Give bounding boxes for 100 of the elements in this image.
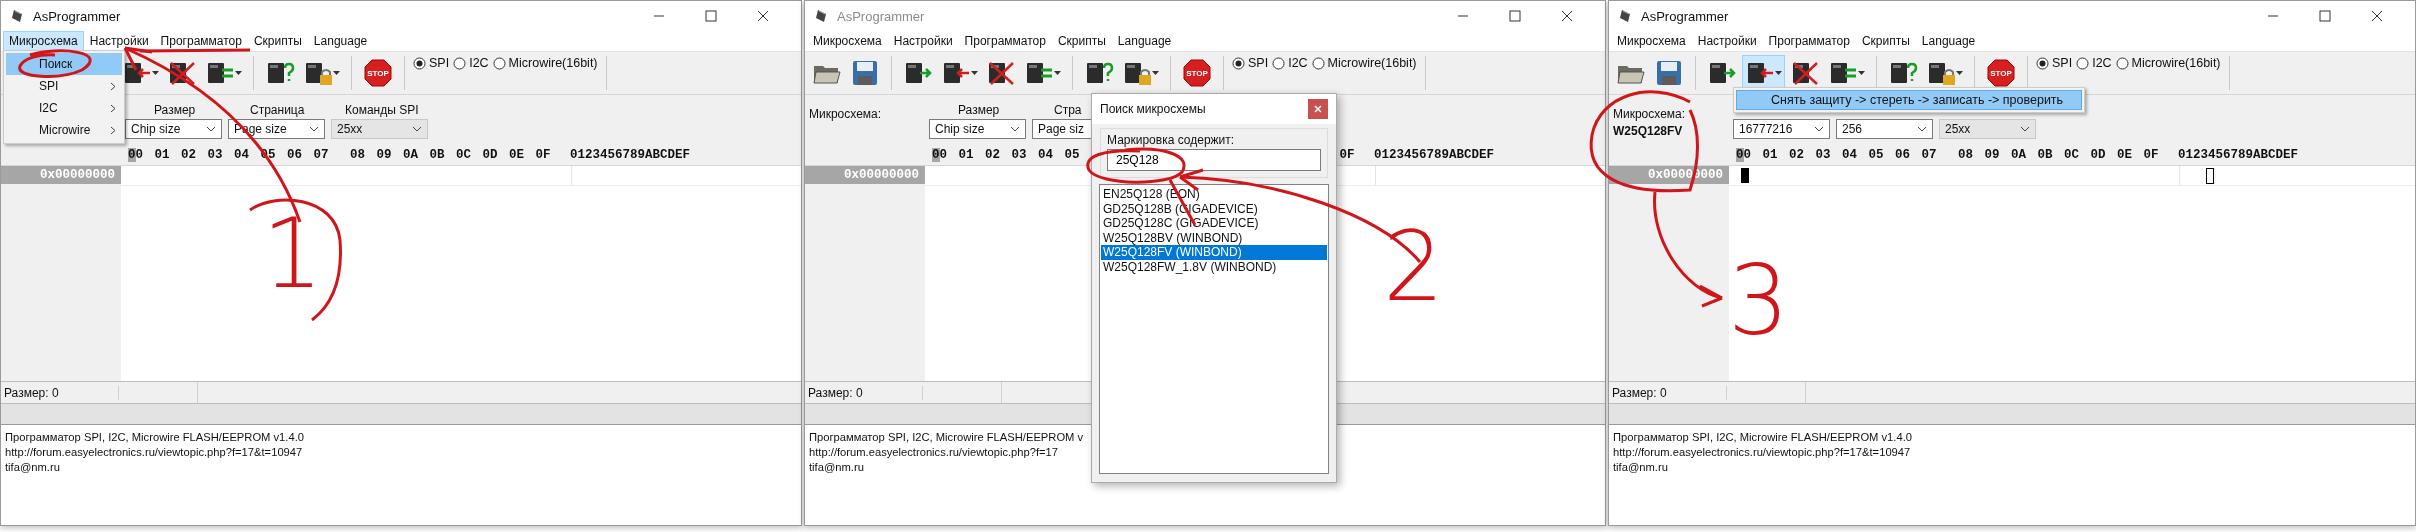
close-icon[interactable] — [2371, 10, 2383, 22]
maximize-icon[interactable] — [705, 10, 717, 22]
column-header: 0F — [1339, 148, 1356, 162]
text-cursor — [2206, 167, 2214, 184]
close-icon[interactable] — [757, 10, 769, 22]
radio-button[interactable]: SPI — [1232, 56, 1269, 70]
chip-label: Микросхема: — [1613, 107, 1687, 121]
search-field[interactable]: 25Q128 — [1107, 149, 1321, 171]
radio-button[interactable]: SPI — [2036, 56, 2073, 70]
column-header: 0123456789ABCDEF — [1374, 148, 1495, 162]
list-item[interactable]: W25Q128FW_1.8V (WINBOND) — [1101, 259, 1327, 274]
radio-button[interactable]: I2C — [453, 56, 489, 70]
window-title: AsProgrammer — [33, 8, 121, 24]
column-header: 03 — [1011, 148, 1028, 162]
column-header: 0B — [2037, 148, 2054, 162]
menu-item[interactable]: Программатор — [154, 31, 248, 51]
dropdown-field[interactable]: 256 — [1836, 119, 1933, 139]
menu-item[interactable]: I2C — [6, 97, 122, 119]
column-header: 0F — [535, 148, 552, 162]
log-line: tifa@nm.ru — [5, 460, 60, 475]
column-header: 0E — [509, 148, 525, 162]
log-line: Программатор SPI, I2C, Microwire FLASH/EEPROM v1.4.0 — [1613, 430, 1912, 445]
radio-button[interactable]: I2C — [2076, 56, 2112, 70]
radio-icon — [2036, 56, 2049, 70]
maximize-icon[interactable] — [2319, 10, 2331, 22]
chevron-right-icon — [110, 125, 116, 135]
dropdown-field[interactable]: Chip size — [125, 119, 222, 139]
dropdown-arrow-icon — [152, 71, 159, 75]
row-address: 0x00000000 — [805, 166, 925, 184]
radio-button[interactable]: SPI — [413, 56, 450, 70]
maximize-icon[interactable] — [1509, 10, 1521, 22]
radio-icon — [1311, 56, 1325, 70]
radio-button[interactable]: I2C — [1272, 56, 1308, 70]
dropdown-arrow-icon — [1152, 71, 1159, 75]
chevron-down-icon — [2020, 126, 2030, 132]
dropdown-field[interactable]: 16777216 — [1733, 119, 1830, 139]
chevron-down-icon — [412, 126, 422, 132]
radio-icon — [2115, 56, 2129, 70]
menu-item[interactable]: Настройки — [83, 31, 155, 51]
list-item[interactable]: GD25Q128C (GIGADEVICE) — [1101, 216, 1327, 231]
list-item[interactable]: W25Q128FV (WINBOND) — [1101, 245, 1327, 260]
status-text: Размер: 0 — [1, 385, 119, 400]
column-header: 01 — [958, 148, 975, 162]
chip-icon — [11, 8, 25, 24]
dropdown-arrow-icon — [1775, 71, 1782, 75]
column-header: 08 — [1958, 148, 1974, 162]
column-header: 04 — [1842, 148, 1858, 162]
menu-item[interactable]: Language — [1111, 31, 1178, 51]
chevron-down-icon — [1917, 126, 1927, 132]
radio-button[interactable]: Microwire(16bit) — [492, 56, 598, 70]
field-label: Страница — [249, 103, 305, 119]
menu-item[interactable]: Микросхема — [3, 31, 84, 51]
column-header: 0123456789ABCDEF — [2178, 148, 2299, 162]
radio-icon — [1272, 56, 1286, 70]
menu-item[interactable]: SPI — [6, 75, 122, 97]
column-header: 06 — [1895, 148, 1911, 162]
close-icon[interactable] — [1561, 10, 1573, 22]
radio-icon — [413, 56, 426, 70]
menu-item[interactable]: Скрипты — [1051, 31, 1112, 51]
log-line: http://forum.easyelectronics.ru/viewtopic.php?f=17&t=10947 — [1613, 445, 1911, 460]
column-header: 06 — [287, 148, 303, 162]
menu-item[interactable]: Настройки — [887, 31, 959, 51]
menu-item[interactable]: Программатор — [958, 31, 1052, 51]
radio-button[interactable]: Microwire(16bit) — [2115, 56, 2221, 70]
menu-item[interactable]: Microwire — [6, 119, 122, 141]
radio-button[interactable]: Microwire(16bit) — [1311, 56, 1417, 70]
column-header: 01 — [154, 148, 171, 162]
chip-icon — [1619, 8, 1633, 24]
menu-item[interactable]: Снять защиту -> стереть -> записать -> проверить — [1736, 90, 2082, 110]
list-item[interactable]: W25Q128BV (WINBOND) — [1101, 230, 1327, 245]
column-header: 0A — [2011, 148, 2027, 162]
chip-name: W25Q128FV — [1613, 124, 1684, 138]
chevron-right-icon — [110, 103, 116, 113]
column-header: 07 — [1921, 148, 1938, 162]
dropdown-field[interactable]: Chip size — [929, 119, 1026, 139]
column-header: 0D — [2090, 148, 2107, 162]
dialog-title: Поиск микросхемы — [1100, 102, 1206, 116]
menu-item[interactable]: Скрипты — [1855, 31, 1916, 51]
menu-item[interactable]: Скрипты — [247, 31, 308, 51]
field-label: Размер — [957, 103, 1000, 119]
column-header: 0F — [2143, 148, 2160, 162]
menu-item[interactable]: Language — [1915, 31, 1982, 51]
menu-item[interactable]: Микросхема — [1611, 31, 1692, 51]
window-title: AsProgrammer — [837, 8, 925, 24]
row-address: 0x00000000 — [1, 166, 121, 184]
menu-item[interactable]: Language — [307, 31, 374, 51]
dropdown-arrow-icon — [971, 71, 978, 75]
column-header: 0B — [429, 148, 446, 162]
column-header: 05 — [1868, 148, 1885, 162]
log-line: http://forum.easyelectronics.ru/viewtopic.php?f=17&t=10947 — [5, 445, 303, 460]
menu-item[interactable]: Микросхема — [807, 31, 888, 51]
column-header: 09 — [376, 148, 393, 162]
column-header: 02 — [1789, 148, 1805, 162]
menu-item[interactable]: Программатор — [1762, 31, 1856, 51]
column-header: 02 — [985, 148, 1001, 162]
field-label: Размер — [153, 103, 196, 119]
annotation-number: 3 — [1728, 262, 1790, 340]
menu-item[interactable]: Настройки — [1691, 31, 1763, 51]
log-line: http://forum.easyelectronics.ru/viewtopic.php?f=17 — [809, 445, 1059, 460]
dropdown-arrow-icon — [1054, 71, 1061, 75]
